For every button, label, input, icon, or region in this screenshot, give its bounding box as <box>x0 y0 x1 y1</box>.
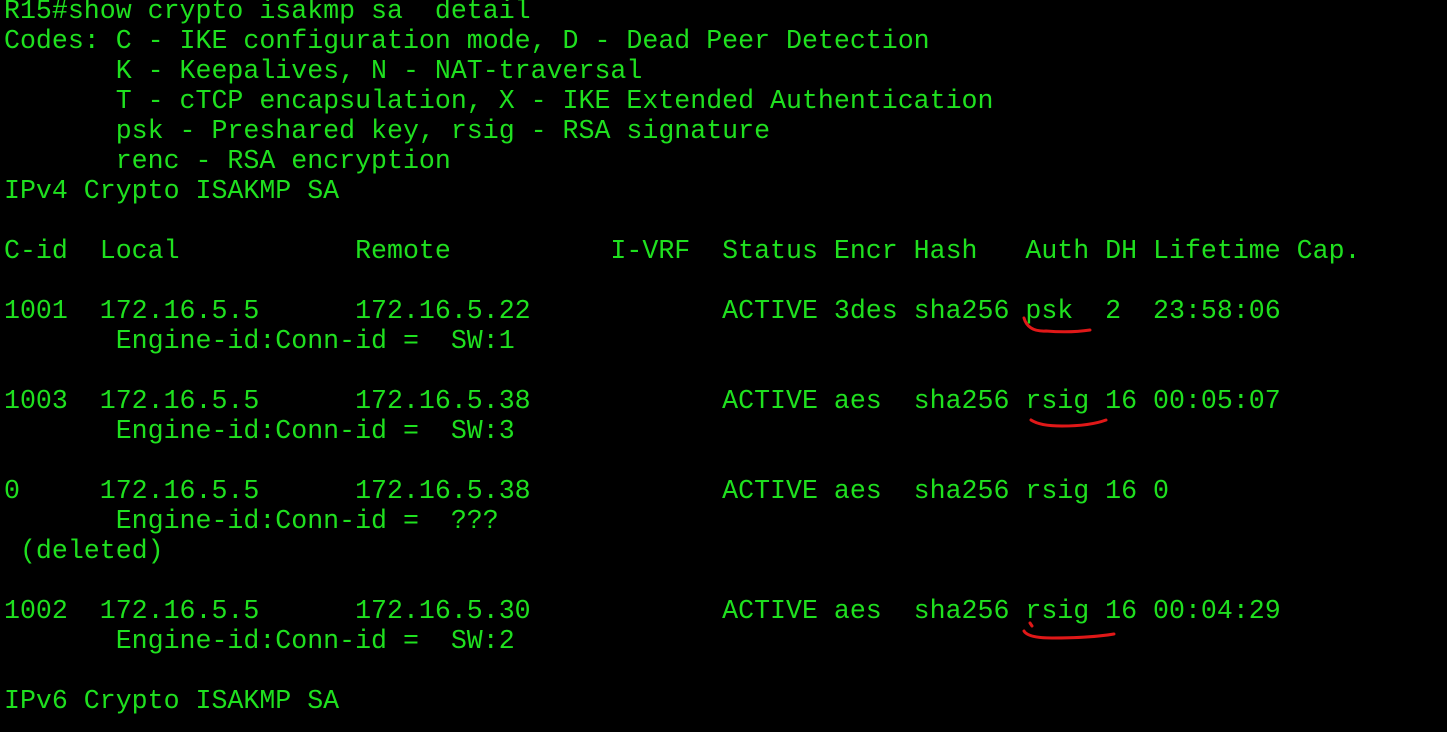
terminal-line-ipv4-heading: IPv4 Crypto ISAKMP SA <box>4 176 340 206</box>
terminal-line-codes: K - Keepalives, N - NAT-traversal <box>4 56 643 86</box>
terminal-line-engine-id: Engine-id:Conn-id = SW:3 <box>4 416 515 446</box>
terminal-line-ipv6-heading: IPv6 Crypto ISAKMP SA <box>4 686 340 716</box>
terminal-line-codes: renc - RSA encryption <box>4 146 451 176</box>
terminal-line-sa-row: 1001 172.16.5.5 172.16.5.22 ACTIVE 3des … <box>4 296 1281 326</box>
terminal-line-engine-id: Engine-id:Conn-id = SW:2 <box>4 626 515 656</box>
terminal-line-deleted: (deleted) <box>4 536 164 566</box>
terminal-line-column-headers: C-id Local Remote I-VRF Status Encr Hash… <box>4 236 1361 266</box>
terminal-line-sa-row: 1002 172.16.5.5 172.16.5.30 ACTIVE aes s… <box>4 596 1281 626</box>
terminal-line-engine-id: Engine-id:Conn-id = SW:1 <box>4 326 515 356</box>
terminal-line-sa-row: 1003 172.16.5.5 172.16.5.38 ACTIVE aes s… <box>4 386 1281 416</box>
terminal-line-engine-id: Engine-id:Conn-id = ??? <box>4 506 499 536</box>
terminal-output[interactable]: R15#show crypto isakmp sa detail Codes: C… <box>4 0 1361 716</box>
terminal-line-codes: psk - Preshared key, rsig - RSA signatur… <box>4 116 771 146</box>
terminal-line-codes: Codes: C - IKE configuration mode, D - D… <box>4 26 930 56</box>
terminal-line-codes: T - cTCP encapsulation, X - IKE Extended… <box>4 86 994 116</box>
terminal-line-sa-row: 0 172.16.5.5 172.16.5.38 ACTIVE aes sha2… <box>4 476 1169 506</box>
terminal-line-command: R15#show crypto isakmp sa detail <box>4 0 531 26</box>
